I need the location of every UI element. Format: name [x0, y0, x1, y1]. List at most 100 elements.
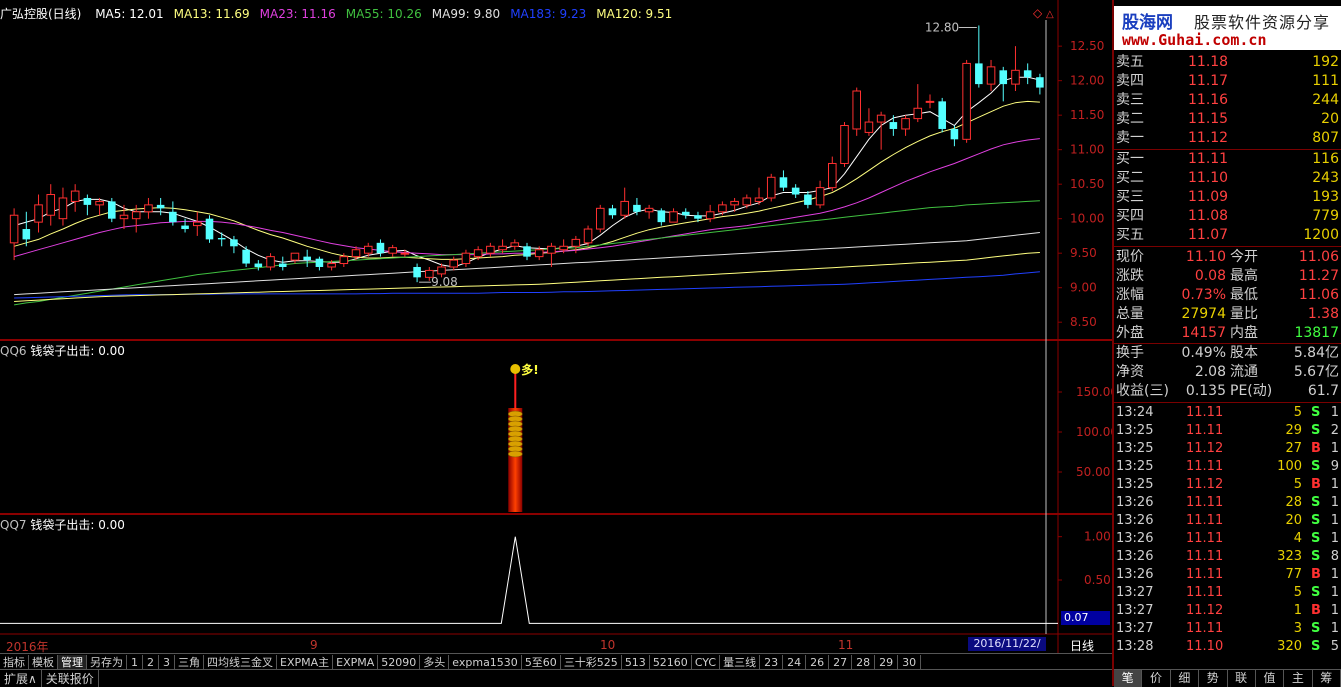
money-bag-icon [510, 364, 521, 374]
kline-chart[interactable]: 12.50 12.00 11.50 11.00 10.50 10.00 9.50 9.00 8.… [0, 0, 1112, 654]
toolbar-button[interactable]: 1 [127, 654, 143, 670]
candle [156, 204, 165, 209]
candle [901, 118, 910, 130]
toolbar-button[interactable]: EXPMA主 [277, 654, 334, 670]
y-tick-label: 100.00 [1076, 425, 1112, 439]
panel-tab[interactable]: 主 [1284, 670, 1313, 687]
toolbar-button[interactable]: 管理 [58, 654, 87, 670]
quote-row: 外盘 14157 内盘 13817 [1114, 324, 1341, 343]
candle [620, 200, 629, 216]
chart-area[interactable]: 12.50 12.00 11.50 11.00 10.50 10.00 9.50 9.00 8.… [0, 0, 1112, 664]
panel-tab[interactable]: 势 [1199, 670, 1228, 687]
toolbar-button[interactable]: 三角 [175, 654, 204, 670]
tick-row: 13:26 11.11 77 B 1 [1114, 566, 1341, 584]
toolbar-button[interactable]: 指标 [0, 654, 29, 670]
order-volume: 192 [1312, 54, 1339, 70]
toolbar-button[interactable]: 26 [806, 654, 830, 670]
y-tick-label: 1.00 [1084, 530, 1111, 544]
order-buy-row: 买五 11.07 1200 [1114, 226, 1341, 245]
tick-row: 13:26 11.11 4 S 1 [1114, 530, 1341, 548]
toolbar-button[interactable]: CYC [692, 654, 721, 670]
finance-row: 收益(三) 0.135 PE(动) 61.7 [1114, 382, 1341, 401]
toolbar-button[interactable]: 三十彩525 [561, 654, 622, 670]
qq6-prefix: QQ6 [0, 344, 27, 358]
finance-key: 收益(三) [1116, 383, 1169, 399]
toolbar-button[interactable]: 2 [143, 654, 159, 670]
toolbar-button[interactable]: 23 [760, 654, 784, 670]
toolbar-button[interactable]: 5至60 [522, 654, 561, 670]
tick-time: 13:26 [1116, 567, 1154, 582]
tick-row: 13:24 11.11 5 S 1 [1114, 404, 1341, 422]
toolbar-button[interactable]: 28 [852, 654, 876, 670]
tick-price: 11.10 [1186, 639, 1224, 654]
y-tick-label: 9.50 [1070, 246, 1097, 260]
order-sell-row: 卖三 11.16 244 [1114, 91, 1341, 110]
period-label[interactable]: 日线 [1070, 637, 1094, 654]
ma-line-MA99 [14, 232, 1040, 296]
candle [95, 200, 104, 206]
order-sell-row: 卖一 11.12 807 [1114, 129, 1341, 148]
linked-quote-button[interactable]: 关联报价 [42, 670, 99, 687]
candle [742, 197, 752, 206]
order-volume: 116 [1312, 151, 1339, 167]
toolbar-button[interactable]: 52160 [650, 654, 692, 670]
order-level-label: 买五 [1116, 227, 1144, 243]
tick-count: 1 [1330, 477, 1339, 492]
toolbar-button[interactable]: 3 [159, 654, 175, 670]
toolbar-button[interactable]: 另存为 [87, 654, 127, 670]
toolbar-button[interactable]: 27 [829, 654, 853, 670]
toolbar-button[interactable]: expma1530 [449, 654, 522, 670]
panel-tab[interactable]: 值 [1256, 670, 1285, 687]
finance-row: 净资 2.08 流通 5.67亿 [1114, 363, 1341, 382]
panel-tab[interactable]: 价 [1142, 670, 1171, 687]
order-volume: 807 [1312, 130, 1339, 146]
tick-time: 13:25 [1116, 423, 1154, 438]
candle [962, 62, 971, 140]
candle [730, 200, 739, 206]
quote-panel: 股海网 股票软件资源分享 www.Guhai.com.cn 卖五 11.18 192… [1112, 0, 1341, 687]
tick-time: 13:25 [1116, 441, 1154, 456]
toolbar-button[interactable]: 52090 [378, 654, 421, 670]
toolbar-button[interactable]: EXPMA [333, 654, 379, 670]
qq7-current-value: 0.07 [1061, 611, 1110, 625]
candle [461, 252, 471, 265]
candle [986, 66, 996, 85]
toolbar-button[interactable]: 四均线三金叉 [204, 654, 277, 670]
candle [913, 107, 923, 120]
toolbar-button[interactable]: 多头 [420, 654, 450, 670]
tick-count: 1 [1330, 567, 1339, 582]
candle [192, 221, 202, 227]
panel-tab[interactable]: 细 [1171, 670, 1200, 687]
panel-tab[interactable]: 联 [1228, 670, 1256, 687]
panel-tab[interactable]: 笔 [1114, 670, 1143, 687]
expand-button[interactable]: 扩展∧ [0, 670, 42, 687]
toolbar-button[interactable]: 量三线 [720, 654, 761, 670]
tick-count: 9 [1330, 459, 1339, 474]
finance-key: 换手 [1116, 345, 1144, 361]
panel-tab[interactable]: 筹 [1313, 670, 1341, 687]
toolbar-button[interactable]: 模板 [29, 654, 58, 670]
order-level-label: 卖四 [1116, 73, 1144, 89]
candle [217, 238, 226, 240]
toolbar-button[interactable]: 24 [783, 654, 807, 670]
tick-price: 11.12 [1186, 477, 1224, 492]
y-tick-label: 8.50 [1070, 315, 1097, 329]
finance-value: 5.84亿 [1293, 345, 1339, 361]
quote-key: 量比 [1230, 306, 1258, 322]
tick-volume: 3 [1293, 621, 1302, 636]
toolbar-button[interactable]: 30 [898, 654, 922, 670]
quote-key: 内盘 [1230, 325, 1258, 341]
candle [473, 249, 483, 258]
candle [413, 266, 421, 278]
order-level-label: 买四 [1116, 208, 1144, 224]
y-tick-label: 11.50 [1070, 108, 1104, 122]
toolbar-button[interactable]: 29 [875, 654, 899, 670]
tick-row: 13:25 11.11 100 S 9 [1114, 458, 1341, 476]
finance-key: PE(动) [1230, 383, 1273, 399]
indicator-toolbar: 指标 模板 管理 另存为 1 2 3 三角 四均线三金叉 EXPMA主 EXPMA 52090 多头 ex… [0, 653, 1112, 670]
order-price: 11.11 [1188, 151, 1229, 167]
tick-time: 13:26 [1116, 531, 1154, 546]
logo-name: 股海网 [1122, 13, 1173, 33]
candle [46, 194, 56, 216]
toolbar-button[interactable]: 513 [622, 654, 650, 670]
